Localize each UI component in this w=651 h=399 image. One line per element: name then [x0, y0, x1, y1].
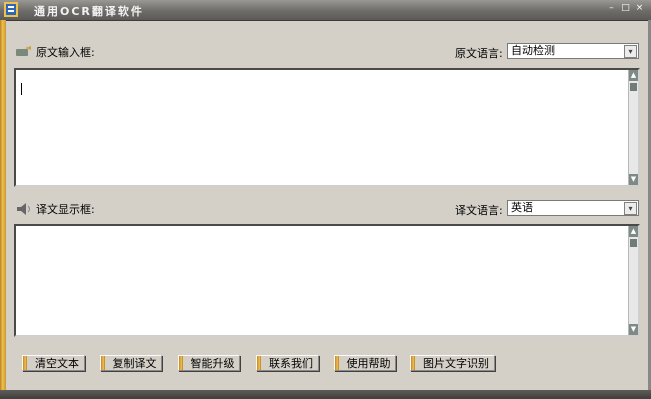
contact-us-button[interactable]: 联系我们: [256, 355, 319, 371]
target-scrollbar[interactable]: ▲ ▼: [628, 226, 638, 335]
maximize-button[interactable]: □: [620, 3, 631, 14]
app-icon: [4, 2, 18, 17]
bottom-border: [0, 390, 651, 399]
target-label-row: 译文显示框:: [16, 200, 95, 218]
help-button[interactable]: 使用帮助: [334, 355, 396, 371]
clear-text-button[interactable]: 清空文本: [22, 355, 85, 371]
arrow-down-icon[interactable]: ▼: [629, 324, 638, 335]
scroll-thumb[interactable]: [630, 239, 637, 247]
smart-upgrade-button[interactable]: 智能升级: [178, 355, 240, 371]
arrow-down-icon[interactable]: ▼: [629, 174, 638, 185]
source-label-row: 原文输入框:: [16, 43, 95, 61]
target-lang-label: 译文语言:: [455, 204, 503, 217]
copy-translation-button[interactable]: 复制译文: [100, 355, 162, 371]
window-controls: – □ ×: [606, 3, 645, 14]
target-text-output[interactable]: ▲ ▼: [14, 224, 640, 337]
close-button[interactable]: ×: [634, 3, 645, 14]
minimize-button[interactable]: –: [606, 3, 617, 14]
source-text-input[interactable]: ▲ ▼: [14, 68, 640, 187]
target-label: 译文显示框:: [36, 203, 95, 216]
target-language-value: 英语: [511, 201, 533, 214]
speaker-icon: [17, 203, 30, 215]
source-language-value: 自动检测: [511, 44, 555, 57]
image-ocr-button[interactable]: 图片文字识别: [410, 355, 495, 371]
arrow-up-icon[interactable]: ▲: [629, 226, 638, 237]
source-language-select[interactable]: 自动检测 ▾: [507, 43, 639, 59]
left-border: [0, 20, 6, 390]
title-bar: 通用OCR翻译软件 – □ ×: [0, 0, 651, 21]
target-language-select[interactable]: 英语 ▾: [507, 200, 639, 216]
window-title: 通用OCR翻译软件: [34, 5, 144, 18]
scroll-thumb[interactable]: [630, 83, 637, 91]
chevron-down-icon[interactable]: ▾: [624, 45, 637, 58]
source-scrollbar[interactable]: ▲ ▼: [628, 70, 638, 185]
arrow-up-icon[interactable]: ▲: [629, 70, 638, 81]
text-caret: [21, 83, 22, 95]
source-lang-label: 原文语言:: [455, 47, 503, 60]
pencil-icon: [16, 46, 31, 56]
source-label: 原文输入框:: [36, 46, 95, 59]
chevron-down-icon[interactable]: ▾: [624, 202, 637, 215]
